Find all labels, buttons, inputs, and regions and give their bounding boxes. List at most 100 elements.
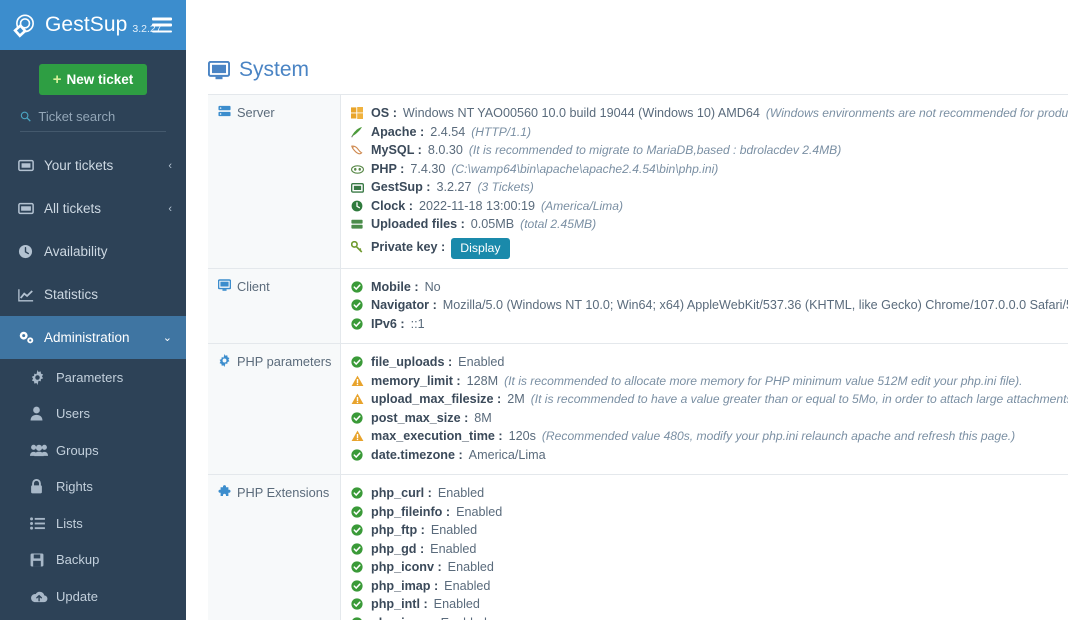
search-input[interactable]	[38, 109, 166, 124]
system-panel: Server OS : Windows NT YAO00560 10.0 bui…	[208, 94, 1068, 620]
info-key: php_ftp :	[371, 523, 425, 537]
info-key: Clock :	[371, 198, 413, 213]
php-elephant-icon	[350, 162, 365, 180]
sidebar-item-users[interactable]: Users	[0, 396, 186, 433]
sidebar-item-rights[interactable]: Rights	[0, 469, 186, 506]
sidebar-item-lists[interactable]: Lists	[0, 505, 186, 542]
sidebar-item-your-tickets[interactable]: Your tickets ‹	[0, 144, 186, 187]
sidebar-item-all-tickets[interactable]: All tickets ‹	[0, 187, 186, 230]
gestsup-ticket-icon	[351, 180, 365, 198]
info-key: php_imap :	[371, 578, 439, 593]
info-key: php_fileinfo :	[371, 504, 451, 519]
info-key: Navigator :	[371, 298, 437, 312]
check-circle-icon	[351, 355, 365, 373]
cog-icon	[219, 354, 230, 367]
save-icon	[30, 553, 56, 567]
info-value: Enabled	[458, 355, 505, 369]
check-circle-icon	[351, 560, 365, 578]
warning-triangle-icon	[351, 392, 365, 410]
section-title: PHP parameters	[237, 354, 332, 369]
info-note: (3 Tickets)	[477, 180, 534, 194]
app-root: GestSup 3.2.27 + New ticket Ticket searc…	[0, 0, 1068, 620]
user-icon	[30, 406, 56, 421]
sidebar-item-parameters[interactable]: Parameters	[0, 359, 186, 396]
section-label-php-parameters: PHP parameters	[208, 344, 341, 474]
section-body-client: Mobile : No Navigator : Mozilla/5.0 (Win…	[341, 269, 1068, 344]
brand-bar: GestSup 3.2.27	[0, 0, 186, 50]
info-note: (total 2.45MB)	[520, 217, 597, 231]
section-body-server: OS : Windows NT YAO00560 10.0 build 1904…	[341, 95, 1068, 268]
sidebar-item-label: Users	[56, 406, 90, 422]
info-key: GestSup :	[371, 180, 431, 194]
page-header	[186, 0, 1068, 50]
info-value: 2.4.54	[430, 124, 466, 139]
sidebar-item-label: Groups	[56, 442, 99, 458]
sidebar-item-label: Statistics	[44, 287, 99, 302]
sidebar-item-label: Rights	[56, 479, 93, 495]
info-key: php_iconv :	[371, 560, 442, 574]
chevron-left-icon: ‹	[168, 159, 172, 172]
info-note: (Windows environments are not recommende…	[765, 106, 1068, 120]
database-icon	[351, 217, 365, 235]
section-title: PHP Extensions	[237, 485, 330, 500]
new-ticket-container: + New ticket	[0, 50, 186, 105]
sidebar-item-label: Backup	[56, 552, 100, 568]
info-key: php_json :	[371, 615, 435, 620]
clock-icon	[18, 244, 40, 259]
info-key: max_execution_time :	[371, 429, 503, 443]
info-line-navigator: Navigator : Mozilla/5.0 (Windows NT 10.0…	[351, 296, 1068, 315]
system-content: Server OS : Windows NT YAO00560 10.0 bui…	[186, 94, 1068, 620]
check-circle-icon	[351, 448, 365, 466]
info-value: Mozilla/5.0 (Windows NT 10.0; Win64; x64…	[442, 298, 1068, 312]
plus-icon: +	[52, 71, 62, 88]
tickets-icon	[18, 202, 40, 215]
sidebar-item-label: Parameters	[56, 369, 124, 385]
hamburger-icon[interactable]	[152, 17, 172, 33]
info-value: Enabled	[441, 615, 487, 620]
section-body-php-parameters: file_uploads : Enabled memory_limit : 12…	[341, 344, 1068, 474]
info-line-php-iconv: php_iconv : Enabled	[351, 558, 1062, 577]
info-key: date.timezone :	[371, 447, 463, 462]
chevron-left-icon: ‹	[168, 202, 172, 215]
brand-name: GestSup	[45, 13, 128, 36]
info-key: php_intl :	[371, 597, 428, 611]
info-value: No	[424, 279, 441, 294]
info-key: memory_limit :	[371, 373, 461, 388]
sidebar-item-update[interactable]: Update	[0, 578, 186, 615]
main-content: System Server OS: Windows NT YAO00560 1…	[186, 0, 1068, 620]
info-value: Enabled	[447, 560, 494, 574]
sidebar-item-backup[interactable]: Backup	[0, 542, 186, 579]
display-private-key-button[interactable]: Display	[451, 237, 510, 259]
info-value: 120s	[508, 429, 536, 443]
sidebar-item-label: Administration	[44, 330, 130, 345]
info-line-mobile: Mobile : No	[351, 278, 1068, 297]
check-circle-icon	[351, 505, 365, 523]
sidebar-item-availability[interactable]: Availability	[0, 230, 186, 273]
check-circle-icon	[351, 616, 365, 620]
info-line-uploaded-files: Uploaded files : 0.05MB (total 2.45MB)	[351, 215, 1068, 234]
sidebar-item-administration[interactable]: Administration ⌄	[0, 316, 186, 359]
clock-icon	[351, 199, 365, 217]
section-server: Server OS : Windows NT YAO00560 10.0 bui…	[208, 95, 1068, 269]
info-line-mysql: MySQL : 8.0.30 (It is recommended to mig…	[351, 141, 1068, 160]
info-value: Windows NT YAO00560 10.0 build 19044 (Wi…	[402, 106, 760, 120]
info-key: Private key :	[371, 239, 446, 254]
info-value: 128M	[466, 373, 499, 388]
section-title: Client	[237, 278, 270, 294]
info-value: Enabled	[456, 504, 503, 519]
info-line-clock: Clock : 2022-11-18 13:00:19 (America/Lim…	[351, 197, 1068, 216]
info-line-gestsup: GestSup : 3.2.27 (3 Tickets)	[351, 178, 1068, 197]
new-ticket-button[interactable]: + New ticket	[38, 64, 148, 95]
info-line-private-key: Private key : Display	[350, 237, 1068, 259]
sidebar-item-groups[interactable]: Groups	[0, 432, 186, 469]
section-label-client: Client	[208, 268, 341, 343]
info-note: (C:\wamp64\bin\apache\apache2.4.54\bin\p…	[451, 161, 719, 176]
desktop-icon	[218, 278, 231, 291]
sidebar-item-label: All tickets	[44, 201, 102, 216]
info-value: ::1	[410, 316, 425, 331]
sidebar-item-statistics[interactable]: Statistics	[0, 273, 186, 316]
sidebar-item-label: Update	[56, 588, 98, 604]
info-line-php-fileinfo: php_fileinfo : Enabled	[351, 503, 1062, 522]
info-note: (It is recommended to migrate to MariaDB…	[468, 143, 842, 157]
info-line-php-curl: php_curl : Enabled	[351, 484, 1062, 503]
